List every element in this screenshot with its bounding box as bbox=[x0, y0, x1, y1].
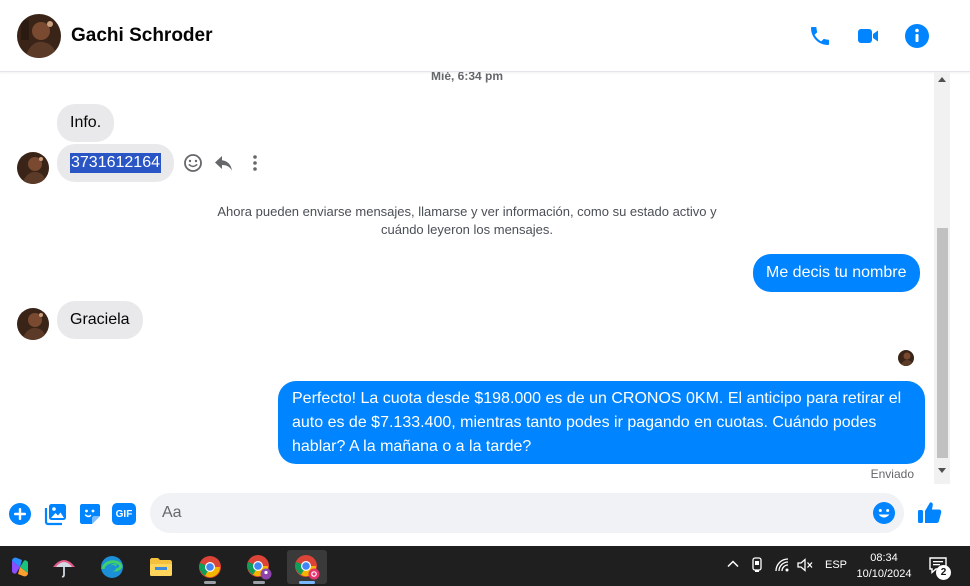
umbrella-icon bbox=[53, 560, 75, 578]
message-text: Perfecto! La cuota desde $198.000 es de … bbox=[292, 389, 902, 455]
message-bubble-outgoing[interactable]: Me decis tu nombre bbox=[753, 254, 920, 292]
active-indicator bbox=[299, 581, 315, 584]
message-bubble-outgoing[interactable]: Perfecto! La cuota desde $198.000 es de … bbox=[278, 381, 925, 464]
message-bubble-incoming[interactable]: Graciela bbox=[57, 301, 143, 339]
notification-center-button[interactable]: 2 bbox=[928, 555, 951, 580]
taskbar-file-explorer[interactable] bbox=[141, 550, 181, 584]
chrome-icon bbox=[199, 556, 221, 578]
message-text: Graciela bbox=[70, 311, 130, 328]
scroll-up-arrow-icon[interactable] bbox=[938, 77, 946, 82]
conversation-info-button[interactable] bbox=[903, 22, 931, 50]
chrome-profile-icon bbox=[247, 555, 272, 580]
copilot-icon bbox=[12, 557, 28, 577]
more-options-button[interactable] bbox=[244, 152, 266, 174]
sticker-button[interactable] bbox=[77, 501, 103, 527]
message-text: Me decis tu nombre bbox=[766, 264, 907, 281]
contact-avatar-small[interactable] bbox=[17, 308, 49, 340]
message-bubble-incoming[interactable]: Info. bbox=[57, 104, 115, 142]
seen-receipt-avatar bbox=[898, 350, 914, 366]
speaker-muted-icon bbox=[797, 558, 813, 572]
reply-arrow-icon bbox=[215, 156, 232, 171]
message-scrollbar[interactable] bbox=[934, 72, 950, 484]
messenger-window: Gachi Schroder Mié, 6:34 pm Info. 373161… bbox=[0, 0, 970, 546]
video-call-button[interactable] bbox=[854, 22, 882, 50]
send-like-button[interactable] bbox=[916, 498, 944, 526]
emoji-button[interactable] bbox=[872, 501, 896, 525]
message-input-container bbox=[150, 493, 904, 533]
more-actions-button[interactable] bbox=[7, 501, 33, 527]
windows-taskbar: ESP 08:34 10/10/2024 2 bbox=[0, 546, 970, 586]
gif-icon: GIF bbox=[112, 503, 136, 525]
system-clock[interactable]: 08:34 10/10/2024 bbox=[848, 550, 920, 582]
message-text: 3731612164 bbox=[70, 153, 161, 173]
scrollbar-thumb[interactable] bbox=[937, 228, 948, 458]
emoji-icon bbox=[873, 502, 895, 524]
chevron-up-icon bbox=[727, 560, 739, 568]
attach-media-button[interactable] bbox=[43, 501, 69, 527]
taskbar-edge[interactable] bbox=[92, 550, 132, 584]
message-composer: GIF bbox=[0, 486, 970, 546]
contact-avatar-small[interactable] bbox=[17, 152, 49, 184]
volume-button[interactable] bbox=[796, 557, 814, 576]
system-notice: Ahora pueden enviarse mensajes, llamarse… bbox=[217, 204, 717, 237]
taskbar-chrome[interactable] bbox=[190, 550, 230, 584]
plus-circle-icon bbox=[9, 503, 31, 525]
gif-label: GIF bbox=[115, 508, 133, 520]
photo-gallery-icon bbox=[44, 504, 66, 526]
video-camera-icon bbox=[858, 29, 878, 43]
running-indicator bbox=[253, 581, 265, 584]
wifi-icon bbox=[775, 558, 789, 572]
phone-icon bbox=[811, 27, 829, 45]
running-indicator bbox=[204, 581, 216, 584]
message-bubble-incoming[interactable]: 3731612164 bbox=[57, 144, 174, 182]
clock-time: 08:34 bbox=[870, 552, 898, 564]
react-button[interactable] bbox=[182, 152, 204, 174]
chat-header: Gachi Schroder bbox=[0, 0, 970, 72]
message-text: Info. bbox=[70, 114, 102, 131]
thumbs-up-icon bbox=[918, 502, 942, 523]
edge-browser-icon bbox=[101, 556, 123, 578]
network-button[interactable] bbox=[774, 557, 790, 576]
taskbar-chrome-profile-1[interactable] bbox=[239, 550, 279, 584]
vertical-ellipsis-icon bbox=[253, 155, 257, 171]
message-input[interactable] bbox=[162, 493, 862, 533]
contact-avatar[interactable] bbox=[17, 14, 61, 58]
contact-name[interactable]: Gachi Schroder bbox=[71, 25, 213, 47]
device-icon bbox=[752, 557, 762, 572]
reply-button[interactable] bbox=[213, 152, 235, 174]
chrome-profile-icon bbox=[295, 555, 320, 580]
notification-count-badge: 2 bbox=[936, 565, 951, 580]
delivery-status: Enviado bbox=[870, 467, 914, 481]
taskbar-weather[interactable] bbox=[44, 550, 84, 584]
taskbar-copilot[interactable] bbox=[0, 550, 40, 584]
show-hidden-icons-button[interactable] bbox=[726, 557, 740, 574]
input-language[interactable]: ESP bbox=[825, 559, 847, 571]
clock-date: 10/10/2024 bbox=[856, 568, 912, 580]
folder-icon bbox=[150, 558, 172, 576]
scroll-down-arrow-icon[interactable] bbox=[938, 468, 946, 473]
tray-device-icon-button[interactable] bbox=[750, 557, 764, 576]
info-icon bbox=[905, 24, 929, 48]
gif-button[interactable]: GIF bbox=[111, 501, 137, 527]
message-timestamp: Mié, 6:34 pm bbox=[430, 72, 504, 83]
sticker-icon bbox=[80, 504, 100, 524]
smiley-icon bbox=[184, 154, 202, 172]
message-list[interactable]: Mié, 6:34 pm Info. 3731612164 Ahora pued… bbox=[0, 72, 934, 484]
phone-call-button[interactable] bbox=[806, 22, 834, 50]
taskbar-chrome-profile-2[interactable] bbox=[287, 550, 327, 584]
